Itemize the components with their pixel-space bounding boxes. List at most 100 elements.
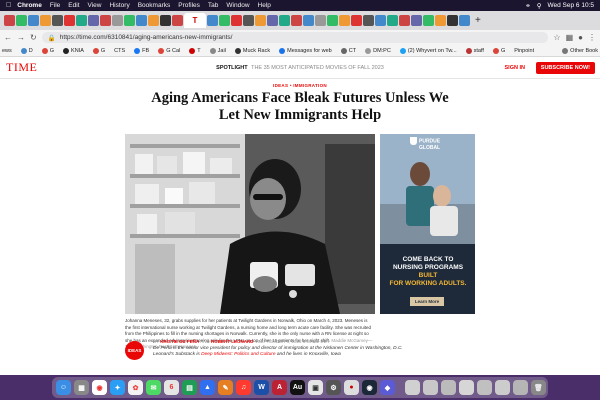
bookmark-item[interactable]: (2) Whyvert on Tw... (399, 47, 457, 54)
tab-favicon[interactable] (351, 15, 362, 26)
tab-favicon[interactable] (231, 15, 242, 26)
tab-favicon[interactable] (207, 15, 218, 26)
tab-favicon[interactable] (435, 15, 446, 26)
tab-favicon[interactable] (76, 15, 87, 26)
tab-favicon[interactable] (136, 15, 147, 26)
bookmark-item[interactable]: Jail (209, 47, 226, 54)
numbers-icon[interactable]: ▤ (182, 380, 197, 395)
bookmark-item[interactable]: G (41, 47, 54, 54)
author-link[interactable]: KRISTIE DE PEÑA (160, 339, 199, 344)
menu-view[interactable]: View (88, 2, 102, 9)
tab-favicon[interactable] (148, 15, 159, 26)
tab-favicon[interactable] (4, 15, 15, 26)
new-tab-icon[interactable]: + (475, 15, 481, 26)
tab-favicon[interactable] (315, 15, 326, 26)
steam-icon[interactable]: ◉ (362, 380, 377, 395)
bookmark-item[interactable]: FB (134, 47, 149, 54)
search-icon[interactable]: ⚲ (537, 2, 542, 10)
forward-icon[interactable]: → (17, 33, 25, 42)
bookmark-item[interactable]: Messages for web (279, 47, 332, 54)
spotlight-link[interactable]: THE 35 MOST ANTICIPATED MOVIES OF FALL 2… (251, 65, 384, 71)
bookmark-item[interactable]: DM:PC (365, 47, 391, 54)
lock-icon[interactable]: 🔒 (48, 34, 56, 42)
app-icon[interactable]: ◆ (380, 380, 395, 395)
bookmark-item[interactable]: ews (2, 48, 12, 54)
tab-favicon[interactable] (375, 15, 386, 26)
bookmark-star-icon[interactable]: ☆ (553, 33, 560, 42)
extensions-icon[interactable]: ▦ (566, 33, 574, 42)
ideas-badge[interactable]: IDEAS (125, 341, 144, 360)
bookmark-item[interactable]: Pinpoint (514, 48, 534, 54)
wifi-icon[interactable]: ⚭ (525, 2, 530, 10)
tab-favicon[interactable] (255, 15, 266, 26)
menu-help[interactable]: Help (258, 2, 271, 9)
menu-file[interactable]: File (50, 2, 60, 9)
minimized-window-icon[interactable] (477, 380, 492, 395)
tab-favicon[interactable] (399, 15, 410, 26)
tab-favicon[interactable] (16, 15, 27, 26)
address-bar[interactable]: 🔒 https://time.com/6310841/aging-america… (41, 32, 549, 43)
menu-profiles[interactable]: Profiles (178, 2, 200, 9)
word-icon[interactable]: W (254, 380, 269, 395)
tab-favicon[interactable] (64, 15, 75, 26)
tab-favicon[interactable] (363, 15, 374, 26)
apple-icon[interactable]:  (6, 2, 11, 9)
subscribe-button[interactable]: SUBSCRIBE NOW! (535, 62, 595, 74)
tab-favicon[interactable] (243, 15, 254, 26)
bookmark-item[interactable]: staff (465, 47, 484, 54)
bookmark-item[interactable]: T (189, 47, 201, 54)
acrobat-icon[interactable]: A (272, 380, 287, 395)
tab-favicon[interactable] (423, 15, 434, 26)
advertisement[interactable]: PURDUE GLOBAL COME BACK TO NURSING PROGR… (380, 134, 475, 314)
tab-favicon[interactable] (172, 15, 183, 26)
tab-favicon[interactable] (291, 15, 302, 26)
launchpad-icon[interactable]: ▦ (74, 380, 89, 395)
bookmark-item[interactable]: G Cal (158, 47, 180, 54)
music-icon[interactable]: ♫ (236, 380, 251, 395)
bookmark-item[interactable]: KNIA (63, 47, 84, 54)
minimized-window-icon[interactable] (513, 380, 528, 395)
trash-icon[interactable]: 🗑 (531, 380, 546, 395)
pages-icon[interactable]: ✎ (218, 380, 233, 395)
profile-icon[interactable]: ● (578, 33, 583, 42)
minimized-window-icon[interactable] (459, 380, 474, 395)
tab-favicon[interactable] (100, 15, 111, 26)
tab-favicon[interactable] (52, 15, 63, 26)
reload-icon[interactable]: ↻ (30, 33, 37, 42)
bookmark-item[interactable]: Muck Rack (234, 47, 270, 54)
minimized-window-icon[interactable] (405, 380, 420, 395)
article-eyebrow[interactable]: IDEAS • IMMIGRATION (0, 83, 600, 88)
chrome-icon[interactable]: ◉ (92, 380, 107, 395)
menu-kebab-icon[interactable]: ⋮ (588, 33, 596, 42)
bookmark-item[interactable]: D (20, 47, 33, 54)
menu-edit[interactable]: Edit (68, 2, 79, 9)
tab-favicon[interactable] (88, 15, 99, 26)
tab-favicon[interactable] (411, 15, 422, 26)
tab-favicon[interactable] (327, 15, 338, 26)
bookmark-item[interactable]: G (492, 47, 505, 54)
menu-window[interactable]: Window (226, 2, 249, 9)
minimized-window-icon[interactable] (495, 380, 510, 395)
photos-icon[interactable]: ✿ (128, 380, 143, 395)
menu-bookmarks[interactable]: Bookmarks (138, 2, 171, 9)
app-icon[interactable]: ● (344, 380, 359, 395)
substack-link[interactable]: Deep Midwest: Politics and Culture (201, 352, 275, 357)
tab-favicon[interactable] (303, 15, 314, 26)
preview-icon[interactable]: ▣ (308, 380, 323, 395)
keynote-icon[interactable]: ▲ (200, 380, 215, 395)
bookmark-item[interactable]: CTS (114, 48, 125, 54)
tab-favicon[interactable] (28, 15, 39, 26)
calendar-icon[interactable]: 6 (164, 380, 179, 395)
tab-favicon[interactable] (447, 15, 458, 26)
menubar-clock[interactable]: Wed Sep 6 10:5 (548, 2, 595, 9)
bookmark-item[interactable]: CT (340, 47, 356, 54)
menu-app-name[interactable]: Chrome (17, 2, 42, 9)
minimized-window-icon[interactable] (423, 380, 438, 395)
tab-favicon[interactable] (279, 15, 290, 26)
tab-favicon[interactable] (124, 15, 135, 26)
menu-history[interactable]: History (109, 2, 129, 9)
finder-icon[interactable]: ☺ (56, 380, 71, 395)
menu-tab[interactable]: Tab (208, 2, 218, 9)
back-icon[interactable]: ← (4, 33, 12, 42)
tab-active-time[interactable]: T (184, 13, 206, 28)
